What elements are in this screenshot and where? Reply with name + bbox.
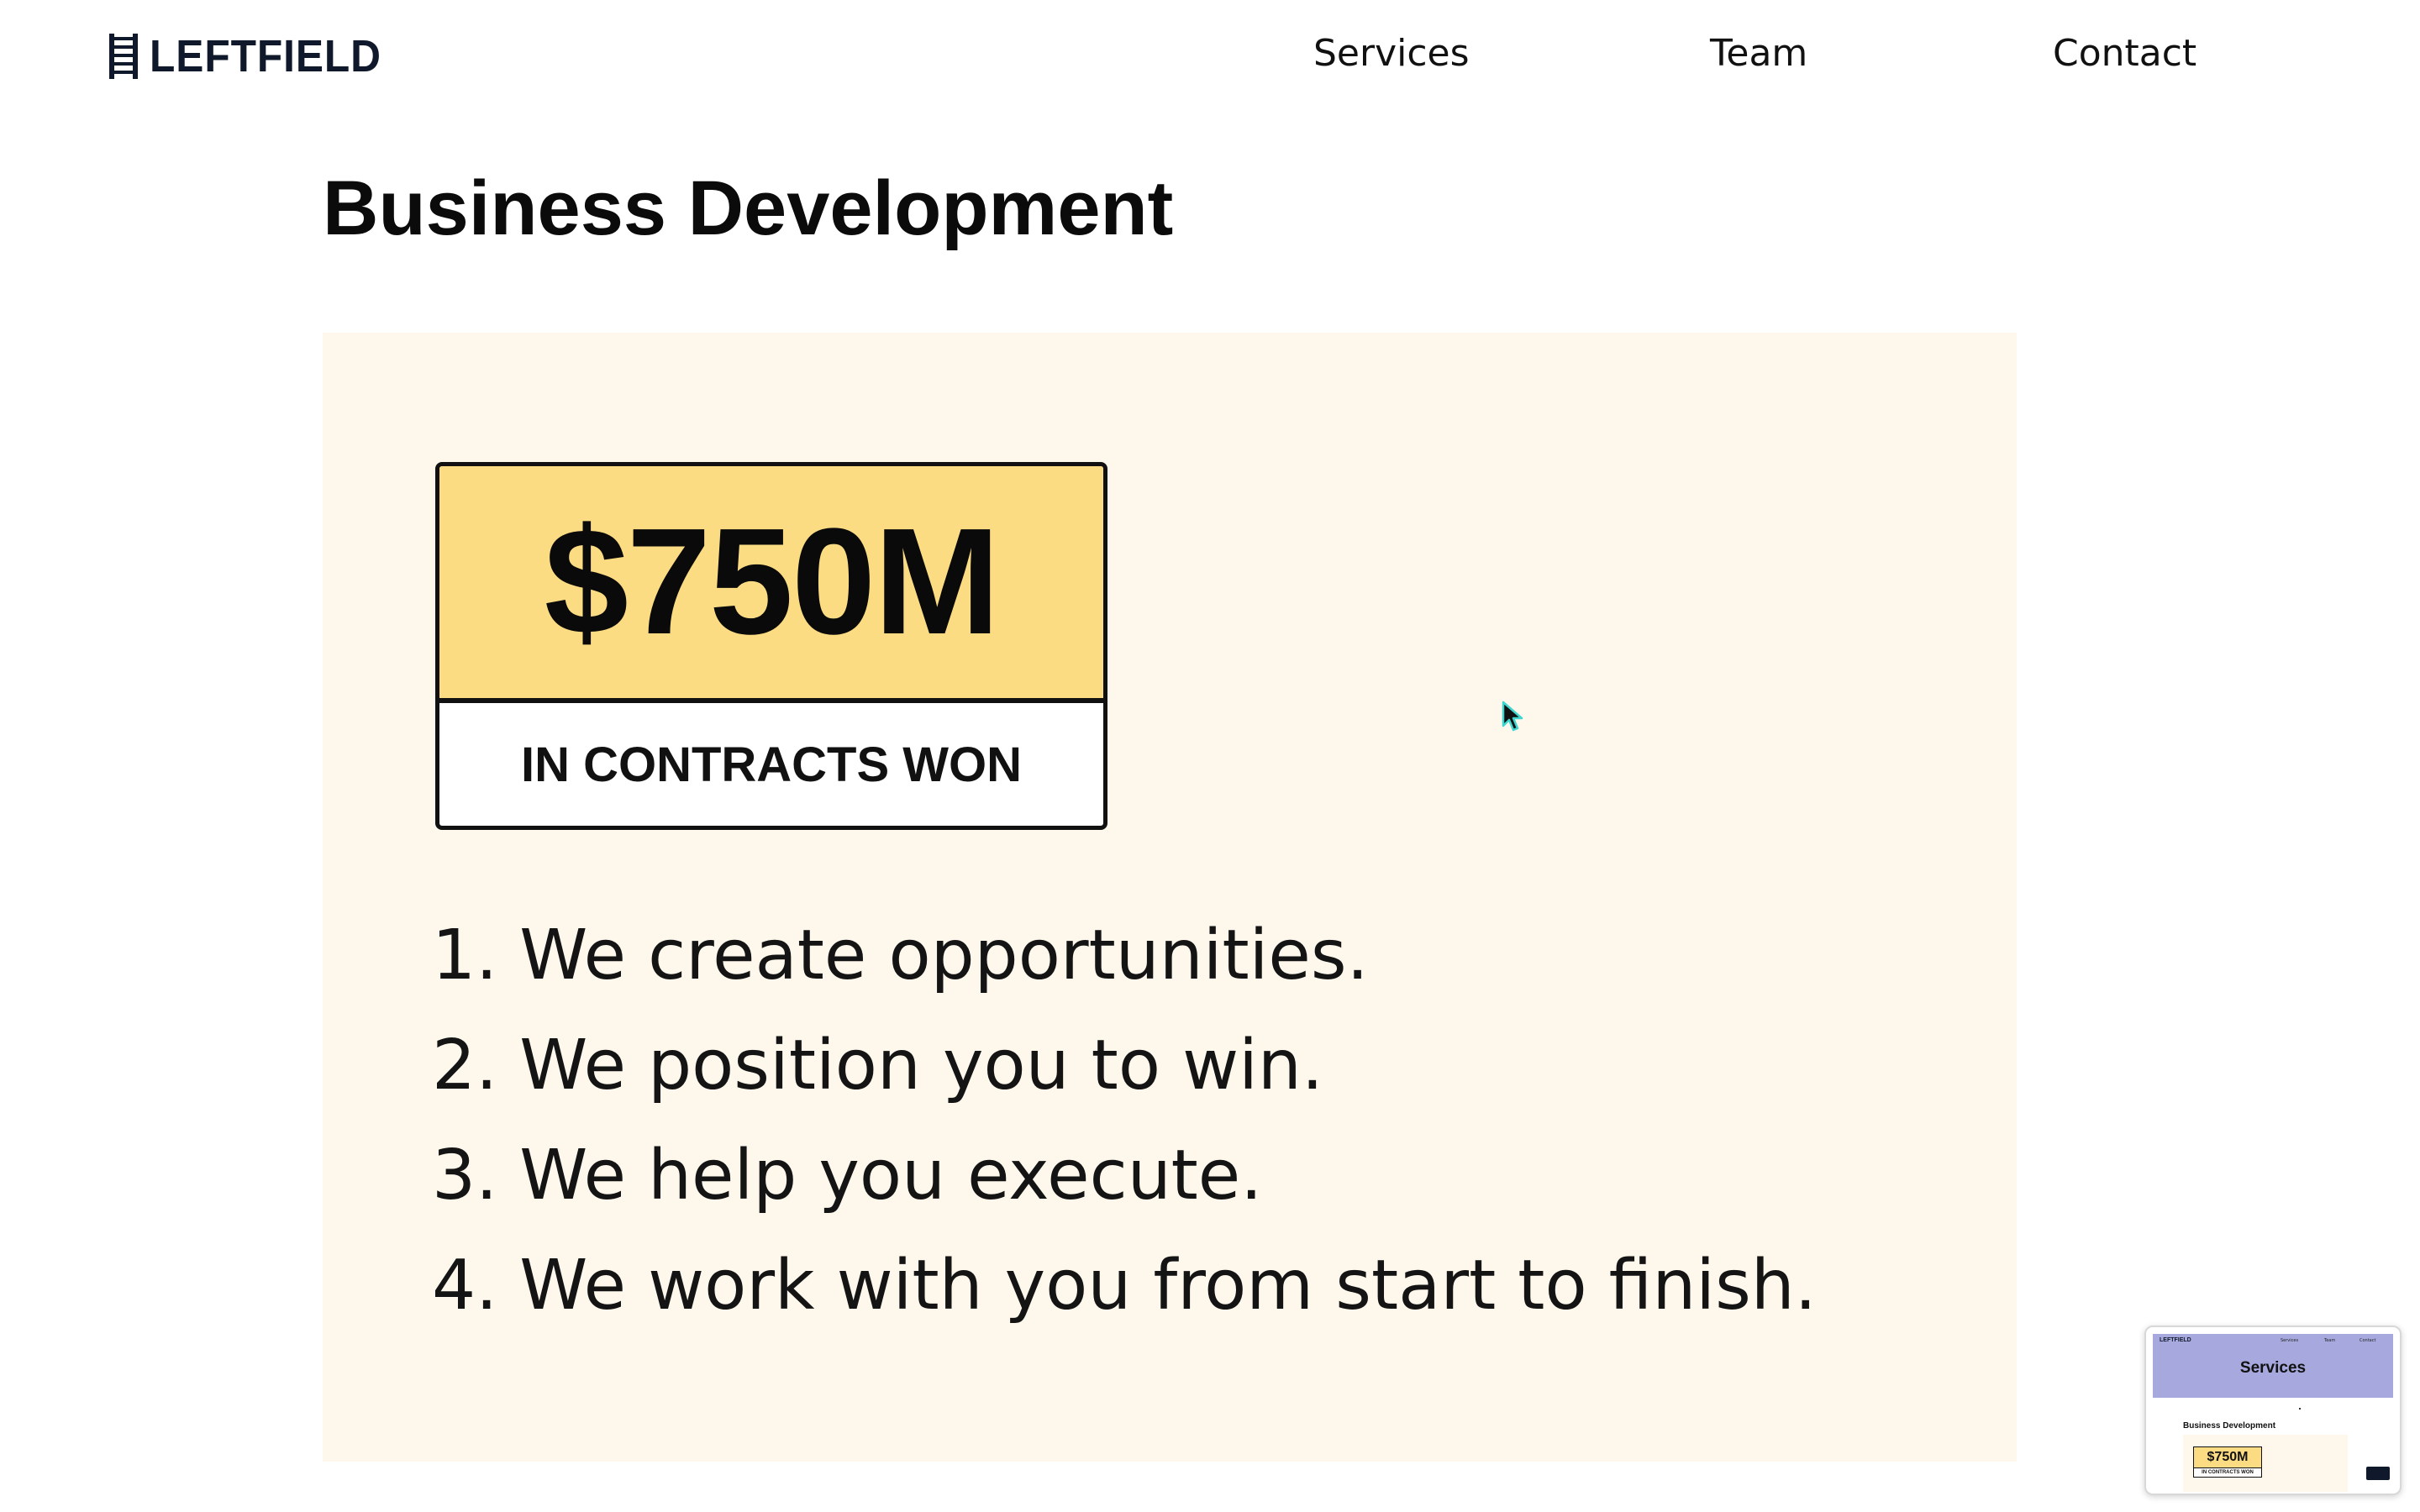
- preview-card: $750M IN CONTRACTS WON: [2183, 1435, 2348, 1492]
- preview-brand: LEFTFIELD: [2160, 1337, 2191, 1343]
- page-preview-thumbnail[interactable]: LEFTFIELD Services Team Contact Services…: [2144, 1326, 2402, 1495]
- preview-nav-item: Contact: [2360, 1338, 2376, 1343]
- nav-services-link[interactable]: Services: [1313, 32, 1470, 75]
- preview-cursor-dot: [2299, 1408, 2301, 1410]
- preview-nav-item: Services: [2281, 1338, 2299, 1343]
- preview-hero: LEFTFIELD Services Team Contact Services: [2153, 1334, 2393, 1398]
- step-item: 1. We create opportunities.: [432, 916, 1369, 995]
- mouse-cursor-icon: [1502, 701, 1523, 732]
- preview-section-title: Business Development: [2183, 1421, 2276, 1431]
- preview-stat-box: $750M IN CONTRACTS WON: [2193, 1446, 2262, 1478]
- nav-contact-link[interactable]: Contact: [2053, 32, 2196, 75]
- preview-hero-title: Services: [2239, 1359, 2307, 1377]
- stat-value-panel: $750M: [439, 466, 1103, 703]
- stat-box: $750M IN CONTRACTS WON: [435, 462, 1107, 830]
- steps-list: 1. We create opportunities. 2. We positi…: [432, 900, 1817, 1341]
- step-item: 4. We work with you from start to finish…: [432, 1246, 1817, 1326]
- step-item: 3. We help you execute.: [432, 1136, 1263, 1215]
- ladder-icon: [109, 34, 138, 79]
- step-item: 2. We position you to win.: [432, 1026, 1323, 1105]
- nav-team-link[interactable]: Team: [1710, 32, 1807, 75]
- logo-link[interactable]: LEFTFIELD: [106, 31, 402, 81]
- preview-dark-block: [2366, 1467, 2390, 1480]
- business-development-card: $750M IN CONTRACTS WON 1. We create oppo…: [323, 333, 2017, 1462]
- preview-stat-label: IN CONTRACTS WON: [2202, 1470, 2254, 1475]
- preview-nav-item: Team: [2324, 1338, 2336, 1343]
- stat-label: IN CONTRACTS WON: [520, 737, 1023, 792]
- page-title: Business Development: [323, 165, 1174, 251]
- logo-text: LEFTFIELD: [150, 31, 381, 81]
- stat-label-panel: IN CONTRACTS WON: [439, 703, 1103, 826]
- preview-stat-value: $750M: [2194, 1447, 2261, 1468]
- stat-value: $750M: [544, 497, 1000, 666]
